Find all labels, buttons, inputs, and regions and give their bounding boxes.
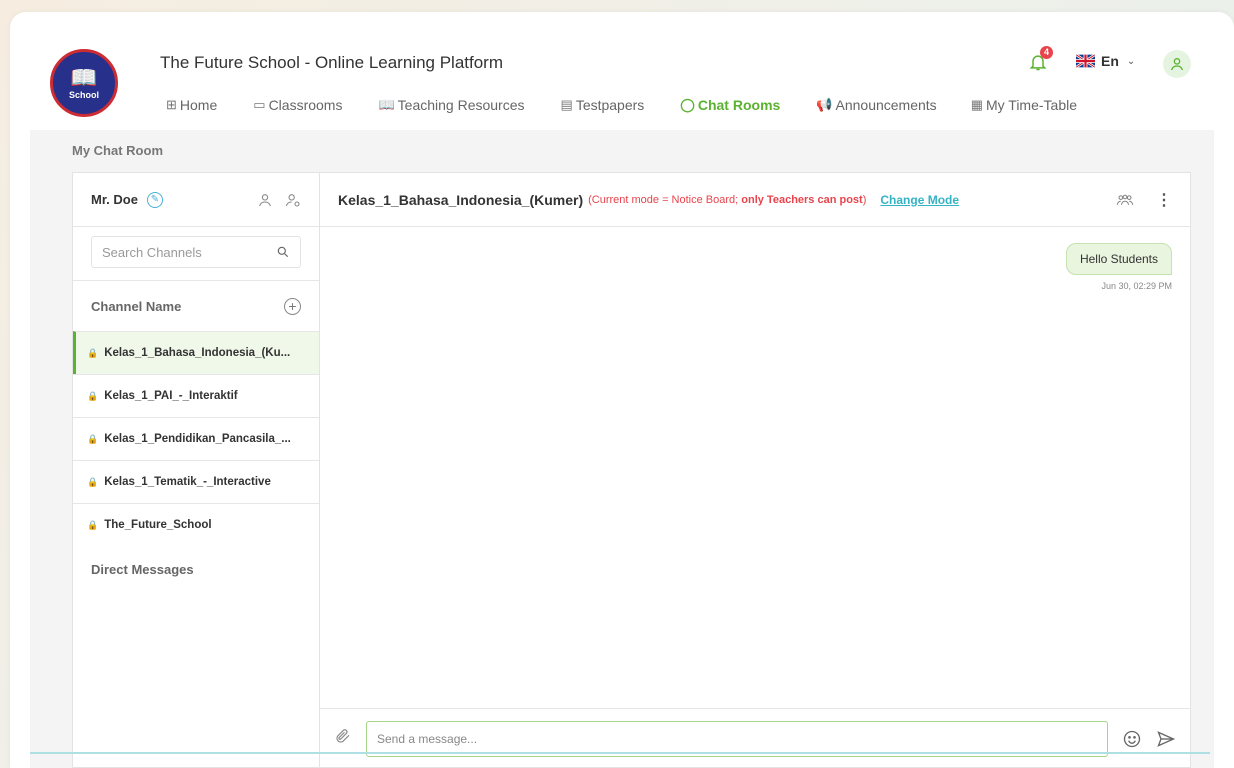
channel-sidebar: Mr. Doe ✎ Search Channels Channel Name +… (72, 172, 319, 768)
lock-icon: 🔒 (87, 519, 99, 530)
grid-icon: ⊞ (166, 97, 177, 112)
megaphone-icon: 📢 (816, 97, 833, 112)
channel-name: Kelas_1_Pendidikan_Pancasila_... (104, 433, 291, 445)
mode-info: (Current mode = Notice Board; only Teach… (588, 194, 866, 206)
book-emblem-icon: 📖 (70, 64, 98, 90)
nav-home[interactable]: ⊞ Home (166, 97, 217, 113)
chat-icon: ◯ (680, 97, 695, 112)
search-box (91, 236, 301, 268)
message-composer (320, 708, 1190, 768)
user-profile-icon[interactable] (257, 192, 273, 208)
nav-teaching-resources[interactable]: 📖 Teaching Resources (378, 97, 524, 113)
book-icon: 📖 (378, 97, 395, 112)
user-tools (257, 192, 301, 208)
channel-header-label: Channel Name (91, 298, 182, 314)
nav-classrooms-label: Classrooms (268, 97, 343, 113)
search-channels-input[interactable] (102, 244, 276, 260)
nav-classrooms[interactable]: ▭ Classrooms (253, 97, 342, 113)
channel-name: Kelas_1_Tematik_-_Interactive (104, 476, 271, 488)
nav-teaching-resources-label: Teaching Resources (397, 97, 525, 113)
message-bubble: Hello Students (1065, 243, 1172, 275)
more-options-icon[interactable]: ⋮ (1156, 190, 1172, 210)
mode-emphasis: only Teachers can post (741, 193, 863, 206)
app-window: 📖 School The Future School - Online Lear… (10, 12, 1234, 768)
emoji-icon[interactable] (1122, 729, 1142, 749)
nav-chat-rooms[interactable]: ◯ Chat Rooms (680, 97, 780, 113)
composer-tools (1122, 729, 1176, 749)
language-selector[interactable]: En ⌄ (1076, 53, 1135, 69)
direct-messages-header: Direct Messages (91, 562, 194, 577)
language-label: En (1101, 53, 1119, 69)
change-mode-link[interactable]: Change Mode (880, 193, 959, 207)
nav-testpapers-label: Testpapers (575, 97, 645, 113)
content-area: My Chat Room Mr. Doe ✎ Search Channels C… (30, 130, 1214, 768)
chat-panel: Kelas_1_Bahasa_Indonesia_(Kumer) (Curren… (319, 172, 1191, 768)
channel-title: Kelas_1_Bahasa_Indonesia_(Kumer) (338, 191, 584, 208)
main-nav: ⊞ Home ▭ Classrooms 📖 Teaching Resources… (166, 97, 1113, 113)
lock-icon: 🔒 (87, 347, 99, 358)
send-icon[interactable] (1156, 729, 1176, 749)
user-icon (1171, 58, 1183, 71)
add-channel-icon[interactable]: + (284, 297, 301, 315)
app-title: The Future School - Online Learning Plat… (160, 53, 504, 72)
school-logo[interactable]: 📖 School (50, 49, 118, 117)
mode-prefix: (Current mode = Notice Board; (588, 193, 742, 206)
nav-chat-rooms-label: Chat Rooms (697, 97, 781, 113)
channel-item[interactable]: 🔒 Kelas_1_Bahasa_Indonesia_(Ku... (73, 331, 319, 374)
nav-announcements[interactable]: 📢 Announcements (816, 97, 936, 113)
uk-flag-icon (1076, 53, 1095, 69)
document-edit-icon: ▤ (560, 97, 573, 112)
channel-item[interactable]: 🔒 Kelas_1_Pendidikan_Pancasila_... (73, 417, 319, 460)
channel-name: Kelas_1_Bahasa_Indonesia_(Ku... (104, 347, 291, 359)
user-row: Mr. Doe ✎ (73, 173, 319, 227)
nav-my-time-table-label: My Time-Table (985, 97, 1078, 113)
message-timestamp: Jun 30, 02:29 PM (1101, 281, 1172, 291)
chat-header: Kelas_1_Bahasa_Indonesia_(Kumer) (Curren… (320, 173, 1190, 227)
nav-my-time-table[interactable]: ▦ My Time-Table (971, 97, 1077, 113)
logo-text: School (68, 89, 99, 100)
channel-name: Kelas_1_PAI_-_Interaktif (104, 390, 238, 402)
monitor-icon: ▭ (253, 97, 266, 112)
lock-icon: 🔒 (87, 433, 99, 444)
nav-announcements-label: Announcements (835, 97, 937, 113)
user-avatar[interactable] (1163, 50, 1191, 78)
notifications-button[interactable]: 4 (1028, 46, 1053, 76)
channel-item[interactable]: 🔒 The_Future_School (73, 503, 319, 546)
members-icon[interactable] (1116, 193, 1134, 207)
notification-badge: 4 (1040, 46, 1053, 59)
lock-icon: 🔒 (87, 390, 99, 401)
nav-home-label: Home (179, 97, 218, 113)
search-wrapper (73, 227, 319, 281)
chat-header-tools: ⋮ (1116, 190, 1172, 210)
edit-icon[interactable]: ✎ (146, 191, 163, 208)
bottom-accent-line (30, 752, 1210, 754)
calendar-icon: ▦ (970, 97, 983, 112)
channel-name: The_Future_School (104, 519, 212, 531)
channel-list-header: Channel Name + (73, 281, 319, 331)
user-name: Mr. Doe (91, 192, 138, 207)
mode-suffix: ) (862, 193, 867, 206)
lock-icon: 🔒 (87, 476, 99, 487)
channel-item[interactable]: 🔒 Kelas_1_Tematik_-_Interactive (73, 460, 319, 503)
message: Hello Students Jun 30, 02:29 PM (1065, 243, 1172, 291)
chevron-down-icon: ⌄ (1126, 55, 1136, 67)
user-settings-icon[interactable] (285, 192, 301, 208)
attachment-icon[interactable] (334, 727, 352, 750)
channel-item[interactable]: 🔒 Kelas_1_PAI_-_Interaktif (73, 374, 319, 417)
nav-testpapers[interactable]: ▤ Testpapers (561, 97, 645, 113)
search-icon[interactable] (276, 245, 290, 259)
section-title: My Chat Room (72, 143, 163, 158)
